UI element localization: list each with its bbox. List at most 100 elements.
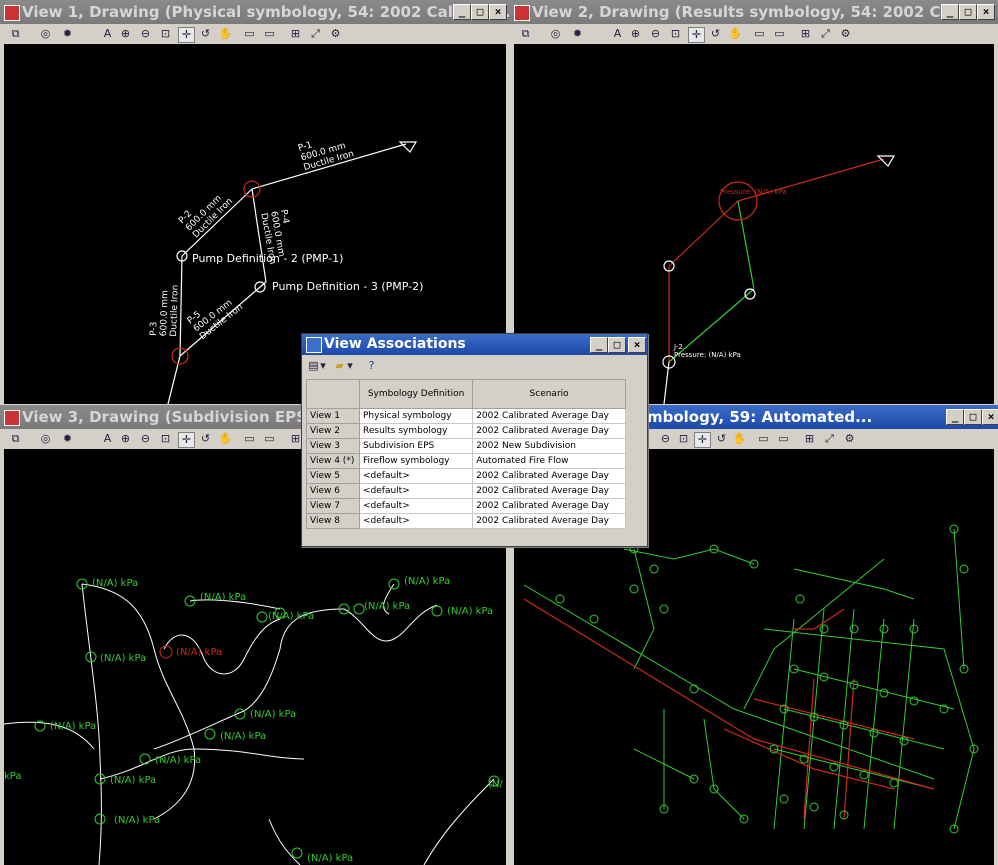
refresh-icon[interactable]: ↺ [198,432,213,446]
minimize-button[interactable]: _ [946,409,964,425]
copy-icon[interactable]: ⧉ [8,27,23,41]
print-preview-icon[interactable]: ▭ [262,27,277,41]
copy-icon[interactable]: ⧉ [8,432,23,446]
symbology-cell[interactable]: Results symbology [358,423,474,439]
scenario-cell[interactable]: 2002 Calibrated Average Day [472,468,626,484]
settings-icon[interactable]: ⚙ [328,27,343,41]
gear-icon[interactable]: ✹ [570,27,585,41]
gear-icon[interactable]: ✹ [60,432,75,446]
minimize-button[interactable]: _ [941,4,959,20]
globe-icon[interactable]: ◎ [548,27,563,41]
zoom-extents-icon[interactable]: ⤢ [308,27,323,41]
zoom-in-icon[interactable]: ⊕ [118,27,133,41]
dialog-titlebar[interactable]: View Associations _ □ × [302,334,647,355]
pan-icon[interactable]: ✛ [178,27,195,43]
symbology-cell[interactable]: <default> [358,483,474,499]
zoom-in-icon[interactable]: ⊕ [118,432,133,446]
scenario-column-header[interactable]: Scenario [472,379,626,409]
minimize-button[interactable]: _ [453,4,471,20]
table-row[interactable]: View 4 (*) Fireflow symbology Automated … [306,453,626,469]
hand-icon[interactable]: ✋ [728,27,743,41]
scenario-cell[interactable]: 2002 Calibrated Average Day [472,483,626,499]
pressure-bottom-label: Pressure: (N/A) kPa [674,351,741,359]
chevron-down-icon[interactable]: ▾ [319,359,327,373]
maximize-button[interactable]: □ [959,4,977,20]
zoom-window-icon[interactable]: ⊡ [676,432,691,446]
zoom-out-icon[interactable]: ⊖ [138,27,153,41]
close-button[interactable]: × [982,409,998,425]
view2-titlebar[interactable]: View 2, Drawing (Results symbology, 54: … [510,0,998,24]
scenario-cell[interactable]: Automated Fire Flow [472,453,626,469]
symbology-cell[interactable]: Physical symbology [358,408,474,424]
pan-icon[interactable]: ✛ [688,27,705,43]
table-row[interactable]: View 5 <default> 2002 Calibrated Average… [306,468,626,484]
refresh-icon[interactable]: ↺ [198,27,213,41]
print-icon[interactable]: ▭ [242,27,257,41]
settings-icon[interactable]: ⚙ [838,27,853,41]
print-preview-icon[interactable]: ▭ [262,432,277,446]
pressure-label: (N/A) kPa [200,592,246,603]
maximize-button[interactable]: □ [471,4,489,20]
print-icon[interactable]: ▭ [756,432,771,446]
copy-icon[interactable]: ⧉ [518,27,533,41]
hand-icon[interactable]: ✋ [218,432,233,446]
pressure-label: (N/A) kPa [100,653,146,664]
zoom-in-icon[interactable]: ⊕ [628,27,643,41]
pan-icon[interactable]: ✛ [178,432,195,448]
text-icon[interactable]: A [100,432,115,446]
chevron-down-icon[interactable]: ▾ [346,359,354,373]
symbology-column-header[interactable]: Symbology Definition [358,379,474,409]
zoom-window-icon[interactable]: ⊡ [668,27,683,41]
scenario-cell[interactable]: 2002 Calibrated Average Day [472,408,626,424]
layout-icon[interactable]: ⊞ [288,27,303,41]
layout-icon[interactable]: ⊞ [802,432,817,446]
scenario-cell[interactable]: 2002 Calibrated Average Day [472,513,626,529]
text-icon[interactable]: A [100,27,115,41]
globe-icon[interactable]: ◎ [38,432,53,446]
symbology-cell[interactable]: Fireflow symbology [358,453,474,469]
gear-icon[interactable]: ✹ [60,27,75,41]
print-preview-icon[interactable]: ▭ [772,27,787,41]
help-icon[interactable]: ? [364,359,379,373]
maximize-button[interactable]: □ [608,337,626,353]
table-row[interactable]: View 1 Physical symbology 2002 Calibrate… [306,408,626,424]
close-button[interactable]: × [977,4,995,20]
maximize-button[interactable]: □ [964,409,982,425]
minimize-button[interactable]: _ [590,337,608,353]
table-row[interactable]: View 8 <default> 2002 Calibrated Average… [306,513,626,529]
scenario-cell[interactable]: 2002 Calibrated Average Day [472,498,626,514]
refresh-icon[interactable]: ↺ [708,27,723,41]
hand-icon[interactable]: ✋ [218,27,233,41]
table-row[interactable]: View 3 Subdivision EPS 2002 New Subdivis… [306,438,626,454]
layout-icon[interactable]: ⊞ [798,27,813,41]
symbology-cell[interactable]: <default> [358,498,474,514]
text-icon[interactable]: A [610,27,625,41]
zoom-out-icon[interactable]: ⊖ [658,432,673,446]
scenario-cell[interactable]: 2002 Calibrated Average Day [472,423,626,439]
close-button[interactable]: × [489,4,507,20]
symbology-cell[interactable]: <default> [358,468,474,484]
table-row[interactable]: View 6 <default> 2002 Calibrated Average… [306,483,626,499]
zoom-window-icon[interactable]: ⊡ [158,432,173,446]
pan-icon[interactable]: ✛ [694,432,711,448]
view1-titlebar[interactable]: View 1, Drawing (Physical symbology, 54:… [0,0,510,24]
print-icon[interactable]: ▭ [752,27,767,41]
table-row[interactable]: View 2 Results symbology 2002 Calibrated… [306,423,626,439]
settings-icon[interactable]: ⚙ [842,432,857,446]
zoom-out-icon[interactable]: ⊖ [648,27,663,41]
zoom-extents-icon[interactable]: ⤢ [822,432,837,446]
print-preview-icon[interactable]: ▭ [776,432,791,446]
folder-icon[interactable]: ▰ [332,359,347,373]
zoom-out-icon[interactable]: ⊖ [138,432,153,446]
globe-icon[interactable]: ◎ [38,27,53,41]
scenario-cell[interactable]: 2002 New Subdivision [472,438,626,454]
zoom-extents-icon[interactable]: ⤢ [818,27,833,41]
table-row[interactable]: View 7 <default> 2002 Calibrated Average… [306,498,626,514]
symbology-cell[interactable]: Subdivision EPS [358,438,474,454]
print-icon[interactable]: ▭ [242,432,257,446]
close-button[interactable]: × [628,337,646,353]
zoom-window-icon[interactable]: ⊡ [158,27,173,41]
hand-icon[interactable]: ✋ [732,432,747,446]
symbology-cell[interactable]: <default> [358,513,474,529]
refresh-icon[interactable]: ↺ [714,432,729,446]
